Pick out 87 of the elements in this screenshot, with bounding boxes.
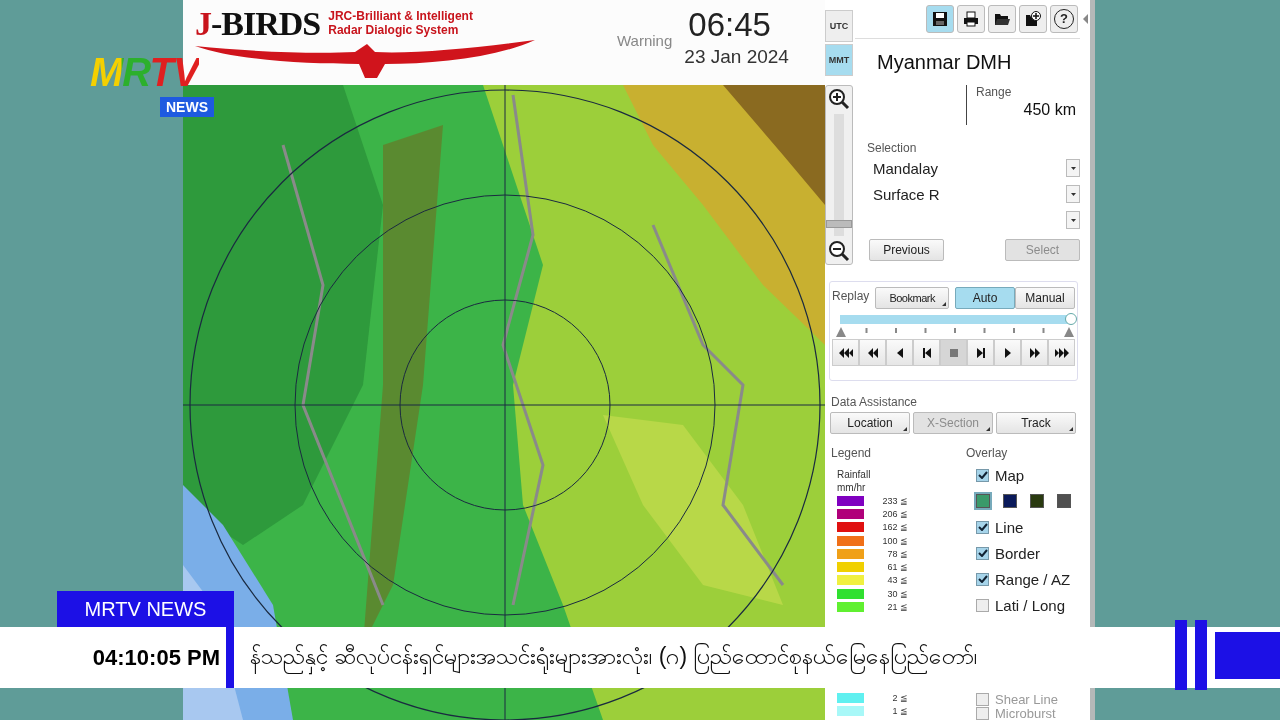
legend-title: mm/hr [837, 481, 867, 494]
legend-value: 100 ≦ [881, 535, 908, 546]
legend-value: 43 ≦ [886, 575, 908, 586]
clock-time: 06:45 [688, 6, 772, 44]
data-assistance-label: Data Assistance [831, 395, 919, 409]
save-button[interactable] [926, 5, 954, 33]
checkbox-label[interactable]: Border [995, 544, 1041, 562]
checkbox-label[interactable]: Line [995, 518, 1024, 536]
assistance-button[interactable]: Location [830, 412, 910, 434]
site-name: Myanmar DMH [876, 50, 1013, 74]
printer-icon [963, 11, 979, 27]
folder-plus-icon [1025, 11, 1041, 27]
legend-value: 30 ≦ [886, 588, 908, 599]
replay-label: Replay [832, 289, 870, 303]
checkbox-label[interactable]: Range / AZ [995, 570, 1071, 588]
legend-value: 162 ≦ [881, 522, 908, 533]
skip-forward-icon [1054, 347, 1069, 358]
legend-value: 206 ≦ [881, 508, 908, 519]
playback-button[interactable] [913, 339, 940, 366]
checkbox[interactable] [976, 598, 989, 612]
previous-button[interactable]: Previous [869, 239, 944, 261]
checkbox[interactable] [976, 468, 989, 482]
dropdown-caret[interactable] [1066, 211, 1080, 229]
legend-label: Legend [831, 446, 873, 460]
ticker-text: န်သည်နှင့် ဆီလုပ်ငန်းရှင်များအသင်းရုံးများအားလုံး၊ (ဂ) ပြည်ထောင်စုနယ်မြေနေပြည်တော်၊ [250, 640, 1170, 675]
logo-title: J-BIRDS [195, 6, 321, 42]
map-style-swatch[interactable] [1057, 494, 1071, 508]
checkbox[interactable] [976, 546, 989, 560]
news-badge: NEWS [160, 97, 214, 117]
fast-forward-icon [1027, 347, 1042, 358]
collapse-icon[interactable] [1083, 14, 1088, 24]
selection-label: Selection [867, 141, 918, 155]
zoom-handle[interactable] [826, 219, 852, 228]
legend-value: 2 ≦ [891, 693, 908, 704]
legend-value: 233 ≦ [881, 495, 908, 506]
range-label: Range [976, 85, 1013, 99]
zoom-out-icon[interactable] [828, 240, 850, 262]
help-button[interactable]: ? [1050, 5, 1078, 33]
replay-slider-handle[interactable] [1065, 313, 1077, 325]
ticker-stripe [1195, 620, 1207, 690]
logo-subtitle: Radar Dialogic System [328, 23, 460, 37]
time-zone-toggle[interactable]: UTC [825, 10, 853, 42]
checkbox[interactable] [976, 692, 989, 706]
overlay-label: Overlay [966, 446, 1009, 460]
add-button[interactable] [1019, 5, 1047, 33]
assistance-button[interactable]: Track [996, 412, 1076, 434]
playback-button[interactable] [886, 339, 913, 366]
time-zone-toggle[interactable]: MMT [825, 44, 853, 76]
playback-button[interactable] [832, 339, 859, 366]
playback-button[interactable] [859, 339, 886, 366]
range-value: 450 km [1023, 101, 1076, 119]
ticker-stripe [1175, 620, 1187, 690]
zoom-in-icon[interactable] [828, 88, 850, 110]
playback-button[interactable] [1048, 339, 1075, 366]
map-style-swatch[interactable] [976, 494, 990, 508]
bookmark-button[interactable]: Bookmark [875, 287, 949, 309]
playback-button[interactable] [967, 339, 994, 366]
legend-value: 21 ≦ [886, 602, 908, 612]
checkbox[interactable] [976, 706, 989, 720]
playback-button[interactable] [994, 339, 1021, 366]
dropdown-caret[interactable] [1066, 159, 1080, 177]
mode-button[interactable]: Manual [1015, 287, 1075, 309]
ticker-tab-label: MRTV NEWS [84, 597, 207, 621]
dropdown-caret[interactable] [1066, 185, 1080, 203]
legend-title: Rainfall [837, 468, 872, 481]
print-button[interactable] [957, 5, 985, 33]
logo-subtitle: JRC-Brilliant & Intelligent [328, 9, 473, 23]
map-style-swatch[interactable] [1003, 494, 1017, 508]
dropdown-value[interactable]: Surface R [869, 185, 1066, 203]
clock-date: 23 Jan 2024 [684, 45, 789, 69]
dropdown-value[interactable]: Mandalay [869, 159, 1066, 177]
map-style-swatch[interactable] [1030, 494, 1044, 508]
checkbox[interactable] [976, 520, 989, 534]
mode-button[interactable]: Auto [955, 287, 1015, 309]
open-button[interactable] [988, 5, 1016, 33]
checkbox-label[interactable]: Lati / Long [995, 596, 1066, 614]
ticker-time: 04:10:05 PM [91, 644, 220, 671]
playback-button[interactable] [1021, 339, 1048, 366]
legend-value: 61 ≦ [886, 562, 908, 573]
legend-value: 1 ≦ [891, 706, 908, 717]
checkbox-label[interactable]: Map [995, 466, 1025, 484]
checkbox[interactable] [976, 572, 989, 586]
ticker-block [1215, 632, 1280, 679]
skip-back-icon [838, 347, 853, 358]
legend-value: 78 ≦ [886, 548, 908, 559]
warning-label: Warning [617, 32, 673, 49]
folder-icon [994, 11, 1010, 27]
